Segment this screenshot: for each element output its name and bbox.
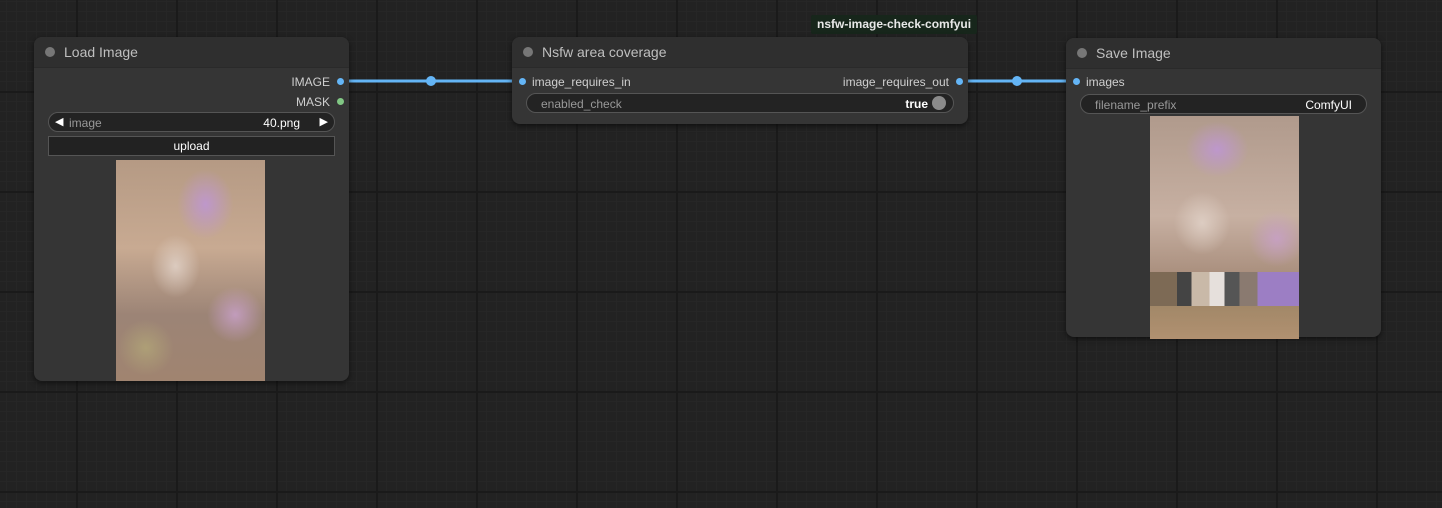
collapse-dot-icon[interactable] <box>45 47 55 57</box>
input-image-requires-slot[interactable] <box>519 78 526 85</box>
input-images-label: images <box>1086 75 1125 89</box>
output-mask-label: MASK <box>295 95 330 109</box>
enabled-check-toggle[interactable]: enabled_check true <box>526 93 954 113</box>
group-badge: nsfw-image-check-comfyui <box>811 15 978 34</box>
prefix-value: ComfyUI <box>1305 98 1352 112</box>
collapse-dot-icon[interactable] <box>523 47 533 57</box>
combo-value: 40.png <box>263 116 300 130</box>
toggle-label: enabled_check <box>541 97 622 111</box>
nsfw-coverage-node[interactable]: Nsfw area coverage image_requires_in ima… <box>512 37 968 124</box>
load-image-title-bar[interactable]: Load Image <box>34 37 349 68</box>
load-image-node[interactable]: Load Image IMAGE MASK ◀ image 40.png ▶ u… <box>34 37 349 381</box>
preview-strip-bottom <box>1150 306 1299 338</box>
output-mask-slot[interactable] <box>337 98 344 105</box>
combo-right-arrow-icon[interactable]: ▶ <box>320 115 328 128</box>
combo-label: image <box>69 116 102 130</box>
output-image-label: IMAGE <box>291 75 330 89</box>
link-midpoint-2[interactable] <box>1012 76 1022 86</box>
combo-left-arrow-icon[interactable]: ◀ <box>55 115 63 128</box>
nsfw-title-bar[interactable]: Nsfw area coverage <box>512 37 968 68</box>
node-title: Load Image <box>64 44 138 60</box>
node-title: Save Image <box>1096 45 1171 61</box>
image-combo-widget[interactable]: ◀ image 40.png ▶ <box>48 112 335 132</box>
toggle-value: true <box>905 97 928 111</box>
input-image-requires-label: image_requires_in <box>532 75 631 89</box>
preview-strip <box>1150 272 1299 306</box>
toggle-knob-icon[interactable] <box>932 96 946 110</box>
output-image-requires-label: image_requires_out <box>842 75 949 89</box>
output-image-slot[interactable] <box>337 78 344 85</box>
collapse-dot-icon[interactable] <box>1077 48 1087 58</box>
filename-prefix-widget[interactable]: filename_prefix ComfyUI <box>1080 94 1367 114</box>
output-image-requires-slot[interactable] <box>956 78 963 85</box>
saved-image-preview <box>1150 116 1299 339</box>
save-image-node[interactable]: Save Image images filename_prefix ComfyU… <box>1066 38 1381 339</box>
link-midpoint-1[interactable] <box>426 76 436 86</box>
upload-button[interactable]: upload <box>48 136 335 156</box>
image-preview <box>116 160 265 381</box>
input-images-slot[interactable] <box>1073 78 1080 85</box>
prefix-label: filename_prefix <box>1095 98 1177 112</box>
save-image-title-bar[interactable]: Save Image <box>1066 38 1381 69</box>
node-title: Nsfw area coverage <box>542 44 667 60</box>
